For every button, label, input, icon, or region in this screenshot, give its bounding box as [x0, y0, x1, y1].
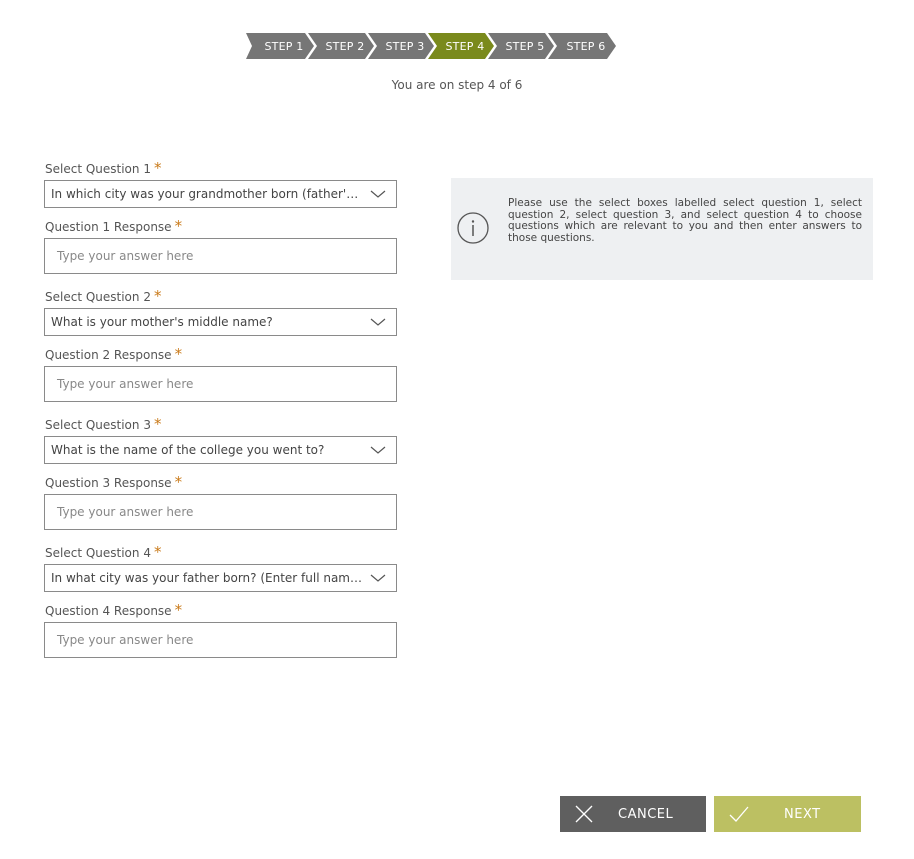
select-value: What is the name of the college you went… [51, 443, 325, 457]
input-placeholder: Type your answer here [57, 633, 194, 647]
select-question-2[interactable]: What is your mother's middle name? [44, 308, 397, 336]
info-text: Please use the select boxes labelled sel… [508, 197, 862, 244]
select-question-1-group: Select Question 1 * In which city was you… [44, 160, 397, 208]
check-icon [729, 806, 749, 822]
step-label: STEP 1 [264, 39, 304, 53]
label-text: Select Question 3 [45, 418, 151, 432]
chevron-down-icon [370, 190, 386, 198]
step-label: STEP 2 [325, 39, 365, 53]
input-placeholder: Type your answer here [57, 249, 194, 263]
required-marker: * [174, 473, 183, 491]
select-value: In what city was your father born? (Ente… [51, 571, 364, 585]
info-panel: Please use the select boxes labelled sel… [451, 178, 873, 280]
required-marker: * [153, 159, 162, 177]
input-placeholder: Type your answer here [57, 377, 194, 391]
field-label: Question 3 Response * [45, 474, 397, 490]
step-label: STEP 4 [445, 39, 485, 53]
input-placeholder: Type your answer here [57, 505, 194, 519]
required-marker: * [174, 345, 183, 363]
cancel-button[interactable]: CANCEL [560, 796, 706, 832]
question-1-response-input[interactable]: Type your answer here [44, 238, 397, 274]
step-2: STEP 2 [308, 33, 374, 59]
field-label: Select Question 3 * [45, 416, 397, 432]
step-label: STEP 5 [505, 39, 545, 53]
step-5: STEP 5 [488, 33, 554, 59]
select-question-4-group: Select Question 4 * In what city was your… [44, 544, 397, 592]
question-2-response-group: Question 2 Response * Type your answer he… [44, 346, 397, 402]
required-marker: * [153, 543, 162, 561]
select-question-2-group: Select Question 2 * What is your mother's… [44, 288, 397, 336]
select-value: What is your mother's middle name? [51, 315, 273, 329]
step-status: You are on step 4 of 6 [391, 78, 523, 92]
security-questions-form: Select Question 1 * In which city was you… [44, 160, 397, 672]
required-marker: * [174, 601, 183, 619]
select-question-1[interactable]: In which city was your grandmother born … [44, 180, 397, 208]
chevron-down-icon [370, 574, 386, 582]
label-text: Question 2 Response [45, 348, 172, 362]
next-label: NEXT [784, 806, 821, 822]
label-text: Question 4 Response [45, 604, 172, 618]
info-icon [457, 212, 489, 244]
label-text: Question 3 Response [45, 476, 172, 490]
cancel-label: CANCEL [618, 806, 674, 822]
required-marker: * [174, 217, 183, 235]
step-label: STEP 6 [566, 39, 606, 53]
field-label: Select Question 1 * [45, 160, 397, 176]
field-label: Question 1 Response * [45, 218, 397, 234]
label-text: Select Question 4 [45, 546, 151, 560]
chevron-down-icon [370, 446, 386, 454]
label-text: Select Question 1 [45, 162, 151, 176]
close-icon [575, 805, 593, 823]
field-label: Question 4 Response * [45, 602, 397, 618]
field-label: Select Question 4 * [45, 544, 397, 560]
question-2-response-input[interactable]: Type your answer here [44, 366, 397, 402]
step-6: STEP 6 [548, 33, 616, 59]
required-marker: * [153, 287, 162, 305]
field-label: Select Question 2 * [45, 288, 397, 304]
chevron-down-icon [370, 318, 386, 326]
step-1: STEP 1 [246, 33, 314, 59]
question-3-response-group: Question 3 Response * Type your answer he… [44, 474, 397, 530]
next-button[interactable]: NEXT [714, 796, 861, 832]
label-text: Select Question 2 [45, 290, 151, 304]
question-4-response-input[interactable]: Type your answer here [44, 622, 397, 658]
field-label: Question 2 Response * [45, 346, 397, 362]
select-question-3-group: Select Question 3 * What is the name of t… [44, 416, 397, 464]
step-4-active: STEP 4 [428, 33, 494, 59]
select-value: In which city was your grandmother born … [51, 187, 364, 201]
required-marker: * [153, 415, 162, 433]
label-text: Question 1 Response [45, 220, 172, 234]
select-question-3[interactable]: What is the name of the college you went… [44, 436, 397, 464]
step-3: STEP 3 [368, 33, 434, 59]
stepper: STEP 1 STEP 2 STEP 3 STEP 4 STEP 5 STEP … [246, 33, 610, 59]
question-1-response-group: Question 1 Response * Type your answer he… [44, 218, 397, 274]
question-4-response-group: Question 4 Response * Type your answer he… [44, 602, 397, 658]
select-question-4[interactable]: In what city was your father born? (Ente… [44, 564, 397, 592]
step-label: STEP 3 [385, 39, 425, 53]
question-3-response-input[interactable]: Type your answer here [44, 494, 397, 530]
